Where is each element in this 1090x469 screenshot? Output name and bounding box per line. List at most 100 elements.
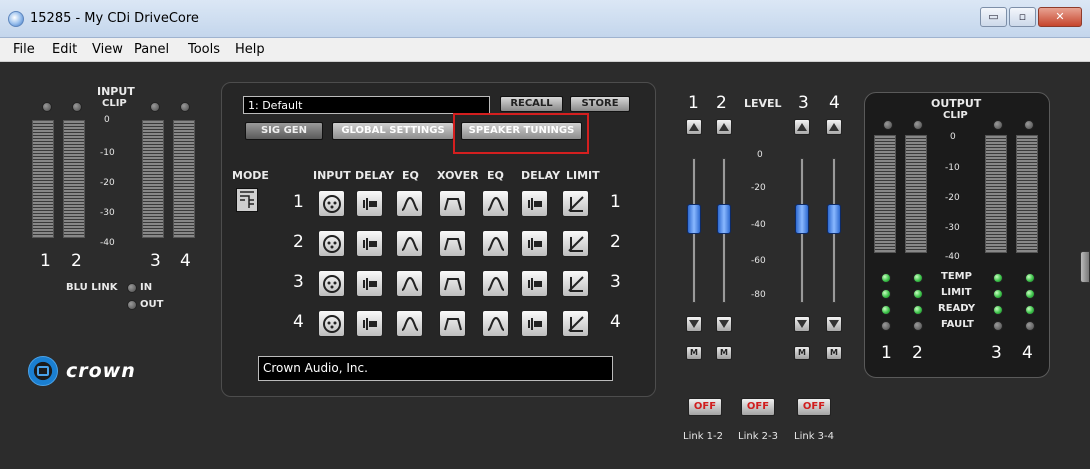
level-up-1[interactable] xyxy=(686,119,702,135)
limit-icon xyxy=(568,196,584,212)
output-clip-led-2 xyxy=(913,120,923,130)
store-button[interactable]: STORE xyxy=(570,96,630,112)
mute-button-2[interactable]: M xyxy=(716,346,732,360)
menu-edit[interactable]: Edit xyxy=(52,42,77,57)
delay-button-ch1[interactable] xyxy=(356,190,383,217)
description-field[interactable]: Crown Audio, Inc. xyxy=(258,356,613,381)
output-scale-40: -40 xyxy=(945,252,960,262)
limit-icon xyxy=(568,316,584,332)
input-meter-1 xyxy=(32,120,54,238)
link-3-4-label: Link 3-4 xyxy=(794,431,834,442)
input-clip-led-4 xyxy=(180,102,190,112)
delay2-button-ch4[interactable] xyxy=(521,310,548,337)
level-up-2[interactable] xyxy=(716,119,732,135)
mute-button-4[interactable]: M xyxy=(826,346,842,360)
tab-sig-gen[interactable]: SIG GEN xyxy=(245,122,323,140)
input-clip-label: CLIP xyxy=(102,98,127,109)
delay-button-ch2[interactable] xyxy=(356,230,383,257)
delay2-button-ch3[interactable] xyxy=(521,270,548,297)
menu-panel[interactable]: Panel xyxy=(134,42,169,57)
level-down-2[interactable] xyxy=(716,316,732,332)
eq2-button-ch1[interactable] xyxy=(482,190,509,217)
row-number-4-right: 4 xyxy=(610,312,621,332)
eq-button-ch4[interactable] xyxy=(396,310,423,337)
minimize-button[interactable]: ▭ xyxy=(980,7,1007,27)
eq-button-ch3[interactable] xyxy=(396,270,423,297)
limit-icon xyxy=(568,236,584,252)
side-panel-handle[interactable] xyxy=(1080,251,1090,283)
delay2-button-ch1[interactable] xyxy=(521,190,548,217)
level-channel-2: 2 xyxy=(716,93,727,113)
output-scale-10: -10 xyxy=(945,163,960,173)
tab-global-settings[interactable]: GLOBAL SETTINGS xyxy=(332,122,454,140)
limit-button-ch3[interactable] xyxy=(562,270,589,297)
output-channel-4: 4 xyxy=(1022,343,1033,363)
fader-knob-1[interactable] xyxy=(687,204,701,234)
input-icon xyxy=(323,235,341,253)
eq-button-ch2[interactable] xyxy=(396,230,423,257)
xover-button-ch4[interactable] xyxy=(439,310,466,337)
delay-icon xyxy=(528,318,542,330)
row-number-1-right: 1 xyxy=(610,192,621,212)
blu-link-out-led xyxy=(127,300,137,310)
limit-button-ch1[interactable] xyxy=(562,190,589,217)
mode-button[interactable] xyxy=(236,188,258,212)
delay-icon xyxy=(363,318,377,330)
menu-file[interactable]: File xyxy=(13,42,35,57)
menu-help[interactable]: Help xyxy=(235,42,265,57)
blu-link-in-label: IN xyxy=(140,282,153,293)
output-scale-0: 0 xyxy=(950,132,956,142)
delay2-button-ch2[interactable] xyxy=(521,230,548,257)
row-number-2-right: 2 xyxy=(610,232,621,252)
level-down-3[interactable] xyxy=(794,316,810,332)
delay-button-ch3[interactable] xyxy=(356,270,383,297)
eq2-button-ch3[interactable] xyxy=(482,270,509,297)
menu-view[interactable]: View xyxy=(92,42,123,57)
fault-led-2 xyxy=(913,321,923,331)
delay-button-ch4[interactable] xyxy=(356,310,383,337)
maximize-button[interactable]: ▫ xyxy=(1009,7,1036,27)
fader-knob-4[interactable] xyxy=(827,204,841,234)
input-button-ch3[interactable] xyxy=(318,270,345,297)
input-clip-led-2 xyxy=(72,102,82,112)
xover-icon xyxy=(444,278,462,291)
eq2-button-ch2[interactable] xyxy=(482,230,509,257)
fader-knob-3[interactable] xyxy=(795,204,809,234)
xover-button-ch1[interactable] xyxy=(439,190,466,217)
limit-button-ch4[interactable] xyxy=(562,310,589,337)
output-title: OUTPUT xyxy=(931,97,982,110)
ready-led-1 xyxy=(881,305,891,315)
xover-button-ch3[interactable] xyxy=(439,270,466,297)
col-eq: EQ xyxy=(402,169,419,182)
input-button-ch1[interactable] xyxy=(318,190,345,217)
close-button[interactable]: ✕ xyxy=(1038,7,1082,27)
output-clip-led-3 xyxy=(993,120,1003,130)
input-button-ch4[interactable] xyxy=(318,310,345,337)
level-down-4[interactable] xyxy=(826,316,842,332)
xover-button-ch2[interactable] xyxy=(439,230,466,257)
blu-link-label: BLU LINK xyxy=(66,282,118,293)
preset-name-field[interactable]: 1: Default xyxy=(243,96,490,114)
delay-icon xyxy=(363,238,377,250)
input-button-ch2[interactable] xyxy=(318,230,345,257)
recall-button[interactable]: RECALL xyxy=(500,96,563,112)
eq2-button-ch4[interactable] xyxy=(482,310,509,337)
link-2-3-button[interactable]: OFF xyxy=(741,398,775,416)
menu-tools[interactable]: Tools xyxy=(188,42,220,57)
output-meter-3 xyxy=(985,135,1007,253)
fault-led-4 xyxy=(1025,321,1035,331)
link-1-2-button[interactable]: OFF xyxy=(688,398,722,416)
fader-knob-2[interactable] xyxy=(717,204,731,234)
level-up-3[interactable] xyxy=(794,119,810,135)
mute-button-1[interactable]: M xyxy=(686,346,702,360)
delay-icon xyxy=(528,198,542,210)
link-3-4-button[interactable]: OFF xyxy=(797,398,831,416)
mute-button-3[interactable]: M xyxy=(794,346,810,360)
level-up-4[interactable] xyxy=(826,119,842,135)
row-number-2-left: 2 xyxy=(293,232,304,252)
level-down-1[interactable] xyxy=(686,316,702,332)
limit-button-ch2[interactable] xyxy=(562,230,589,257)
eq-button-ch1[interactable] xyxy=(396,190,423,217)
xover-icon xyxy=(444,238,462,251)
input-scale-40: -40 xyxy=(100,238,115,248)
